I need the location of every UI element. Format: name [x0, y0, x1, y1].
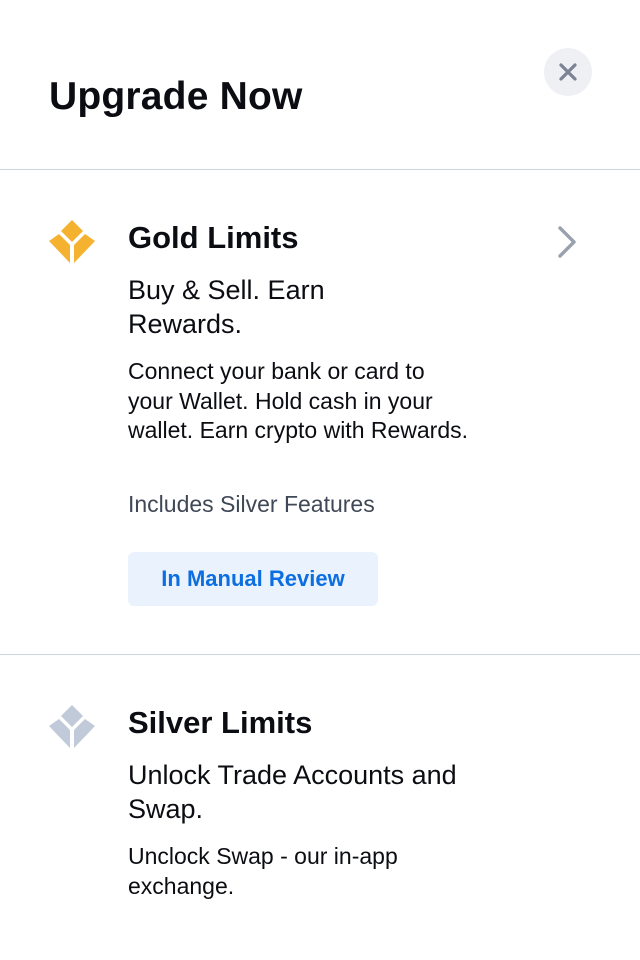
tier-includes-text: Includes Silver Features: [128, 491, 375, 517]
tier-name: Gold Limits: [128, 220, 299, 255]
chevron-right-icon[interactable]: [554, 223, 580, 261]
upgrade-now-sheet: Upgrade Now Gold Limits Buy & Sell. Earn…: [0, 0, 640, 960]
status-badge: In Manual Review: [128, 552, 378, 606]
tier-tagline: Buy & Sell. Earn Rewards.: [128, 275, 325, 339]
silver-tier-icon: [49, 705, 95, 748]
tier-name: Silver Limits: [128, 705, 313, 740]
close-button[interactable]: [544, 48, 592, 96]
header-divider: [0, 169, 640, 170]
tier-description: Unclock Swap - our in-app exchange.: [128, 843, 398, 899]
tier-description: Connect your bank or card to your Wallet…: [128, 358, 469, 443]
close-icon: [559, 63, 577, 81]
tier-tagline: Unlock Trade Accounts and Swap.: [128, 760, 457, 824]
gold-tier-icon: [49, 220, 95, 263]
tier-divider: [0, 654, 640, 655]
page-title: Upgrade Now: [49, 75, 303, 118]
